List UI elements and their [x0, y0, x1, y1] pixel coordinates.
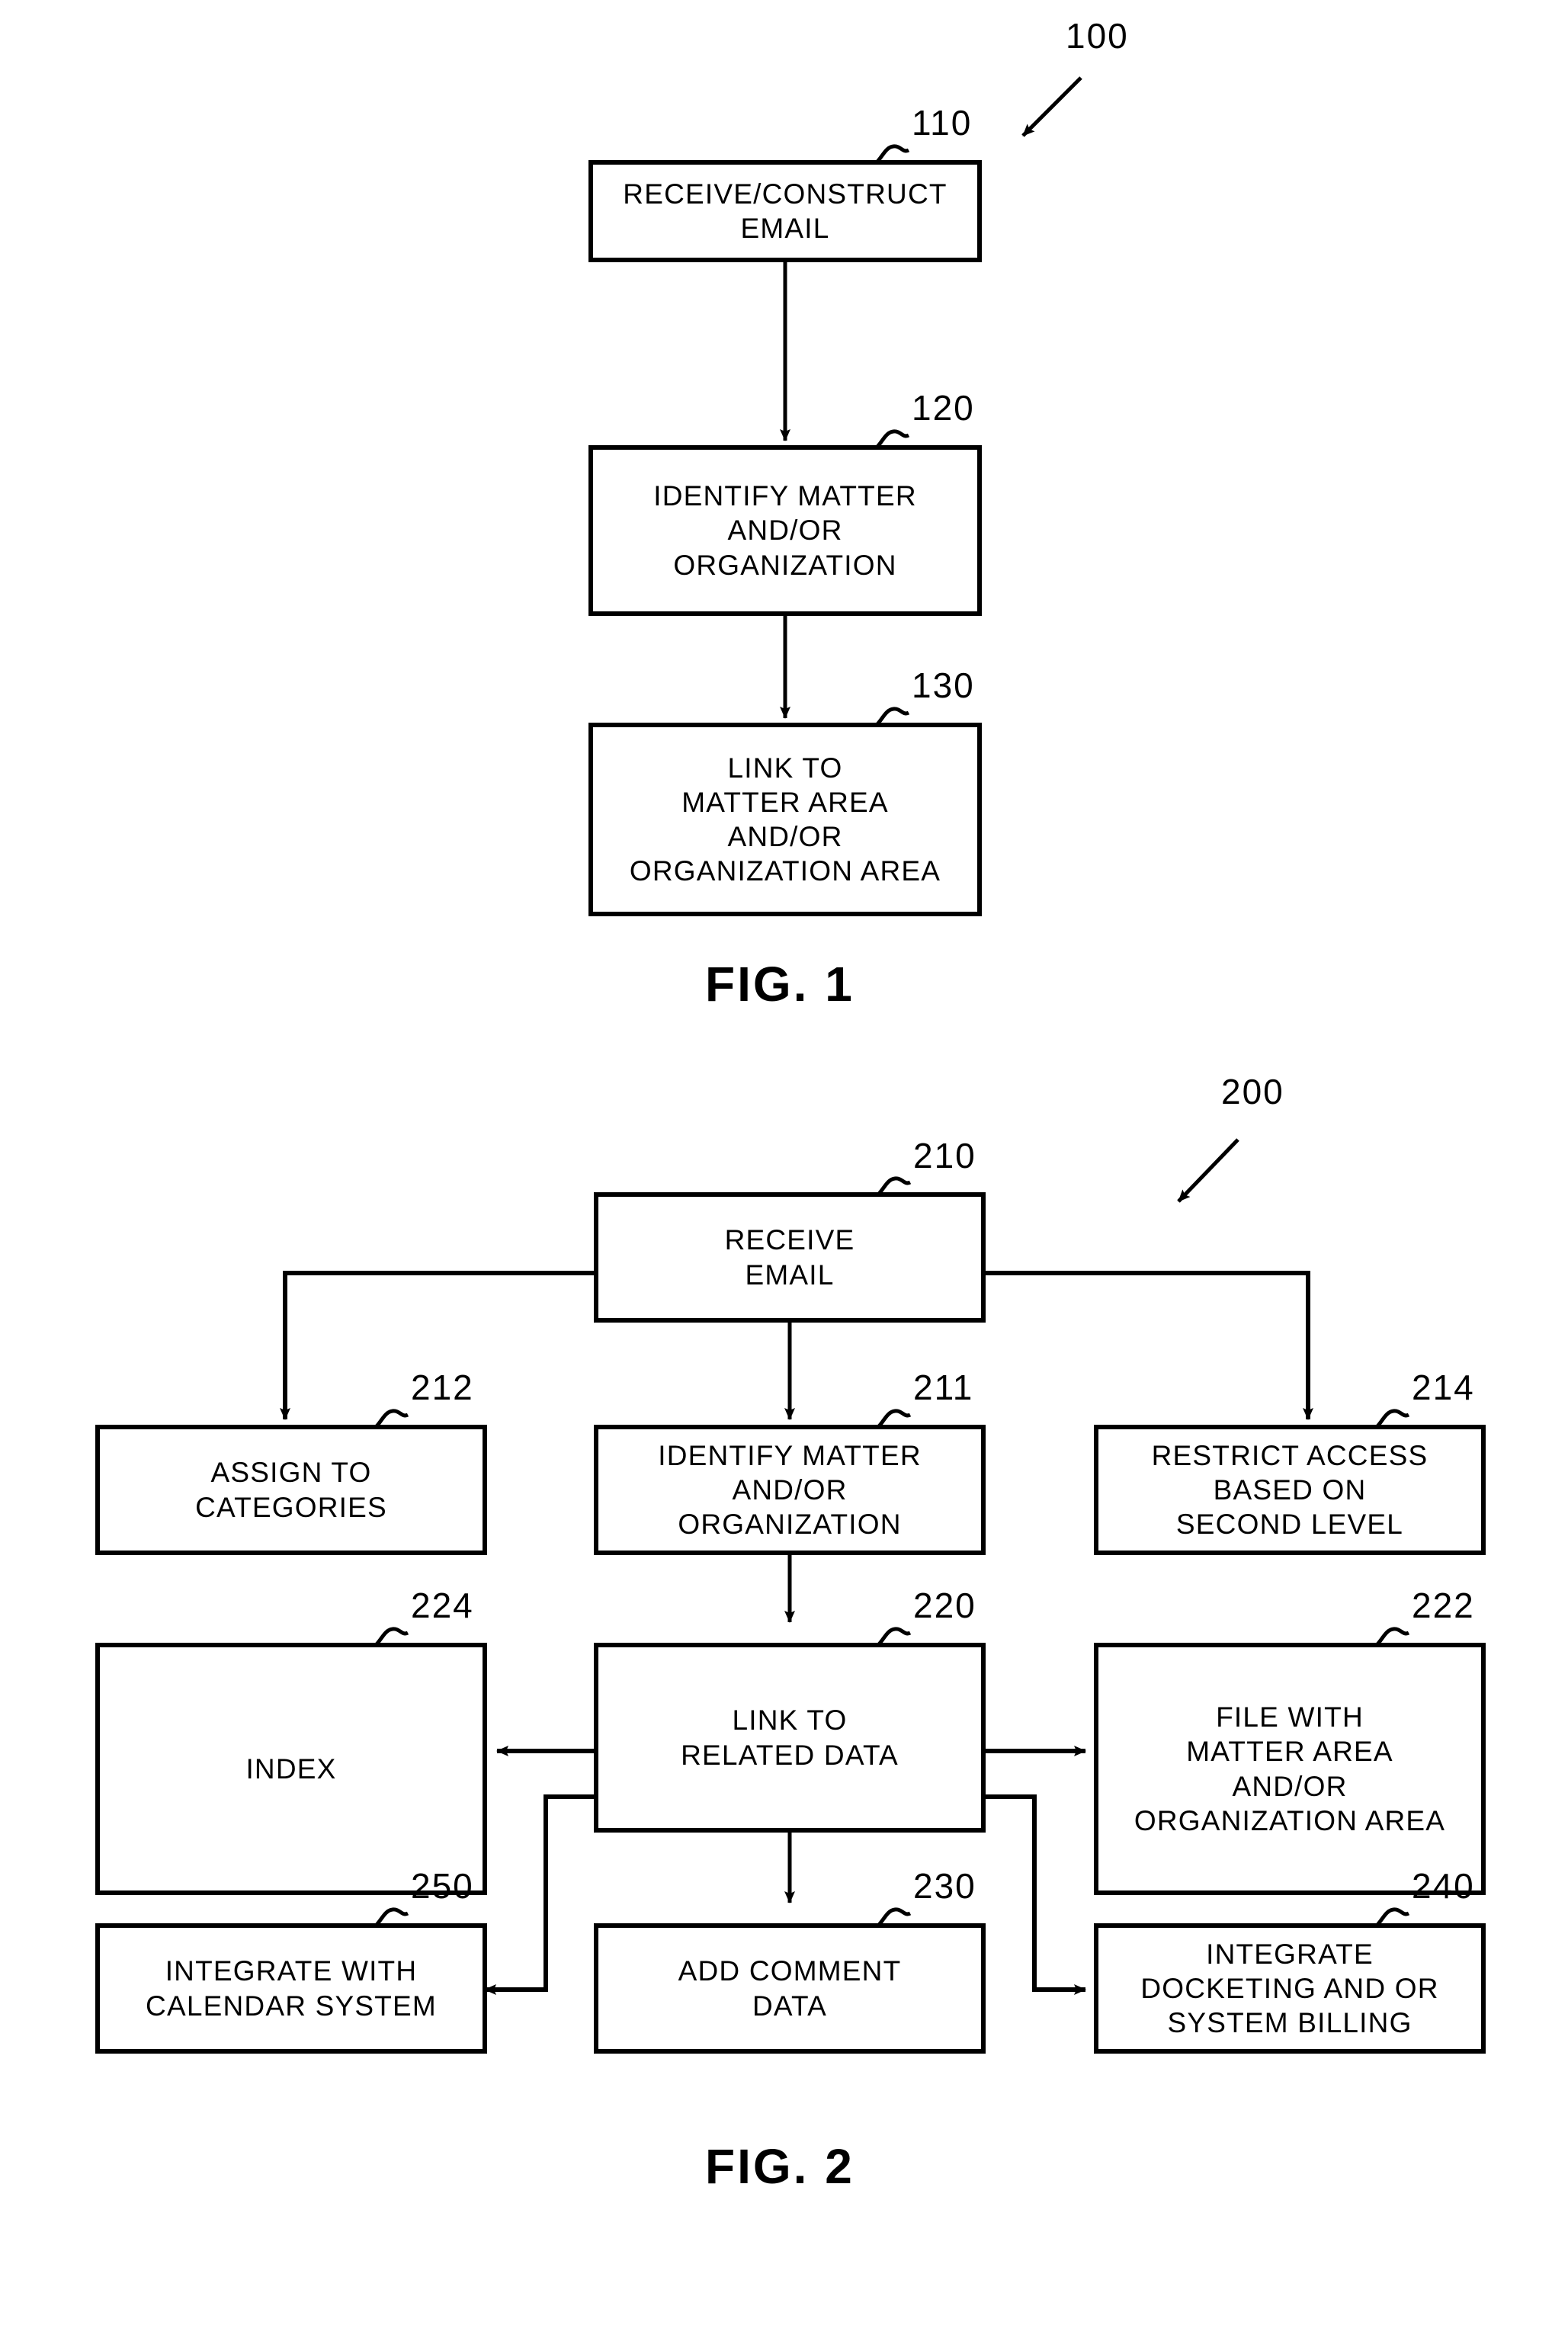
box-110-shape — [588, 160, 982, 262]
ref-numeral-250: 250 — [411, 1866, 474, 1906]
ref-numeral-130: 130 — [912, 665, 975, 705]
box-220-shape — [594, 1643, 986, 1833]
box-130-shape — [588, 723, 982, 916]
ref-numeral-110: 110 — [912, 103, 973, 143]
ref-numeral-220: 220 — [913, 1586, 976, 1625]
leader-222 — [1375, 1627, 1410, 1647]
ref-numeral-100: 100 — [1066, 16, 1129, 56]
leader-210 — [877, 1176, 912, 1196]
box-240-shape — [1094, 1923, 1486, 2054]
box-224-shape — [95, 1643, 487, 1895]
box-230-shape — [594, 1923, 986, 2054]
box-212-shape — [95, 1425, 487, 1555]
leader-130 — [875, 707, 910, 726]
leader-224 — [374, 1627, 409, 1647]
box-250-shape — [95, 1923, 487, 2054]
box-210-shape — [594, 1192, 986, 1323]
ref-numeral-240: 240 — [1412, 1866, 1475, 1906]
leader-250 — [374, 1907, 409, 1927]
ref-numeral-230: 230 — [913, 1866, 976, 1906]
ref-numeral-222: 222 — [1412, 1586, 1475, 1625]
ref-numeral-214: 214 — [1412, 1368, 1475, 1407]
leader-220 — [877, 1627, 912, 1647]
ref-numeral-120: 120 — [912, 388, 975, 428]
leader-214 — [1375, 1409, 1410, 1429]
ref-numeral-224: 224 — [411, 1586, 474, 1625]
leader-211 — [877, 1409, 912, 1429]
pointer-arrow-200 — [1177, 1138, 1239, 1203]
connector-220-240 — [983, 1794, 1086, 1995]
box-120-shape — [588, 445, 982, 616]
leader-240 — [1375, 1907, 1410, 1927]
connector-210-214 — [983, 1271, 1313, 1420]
leader-110 — [875, 144, 910, 164]
ref-numeral-210: 210 — [913, 1136, 976, 1175]
box-222-shape — [1094, 1643, 1486, 1895]
leader-120 — [875, 429, 910, 449]
patent-drawing-sheet: 100 110 RECEIVE/CONSTRUCT EMAIL 120 IDEN… — [0, 0, 1568, 2325]
leader-212 — [374, 1409, 409, 1429]
leader-230 — [877, 1907, 912, 1927]
flowchart-canvas — [95, 76, 1486, 2054]
pointer-arrow-100 — [1021, 76, 1082, 137]
figure-2-caption: FIG. 2 — [705, 2139, 855, 2194]
figure-1-caption: FIG. 1 — [705, 957, 855, 1012]
ref-numeral-211: 211 — [913, 1368, 974, 1407]
box-211-shape — [594, 1425, 986, 1555]
box-214-shape — [1094, 1425, 1486, 1555]
connector-220-250 — [484, 1794, 596, 1995]
ref-numeral-212: 212 — [411, 1368, 474, 1407]
ref-numeral-200: 200 — [1221, 1072, 1284, 1111]
